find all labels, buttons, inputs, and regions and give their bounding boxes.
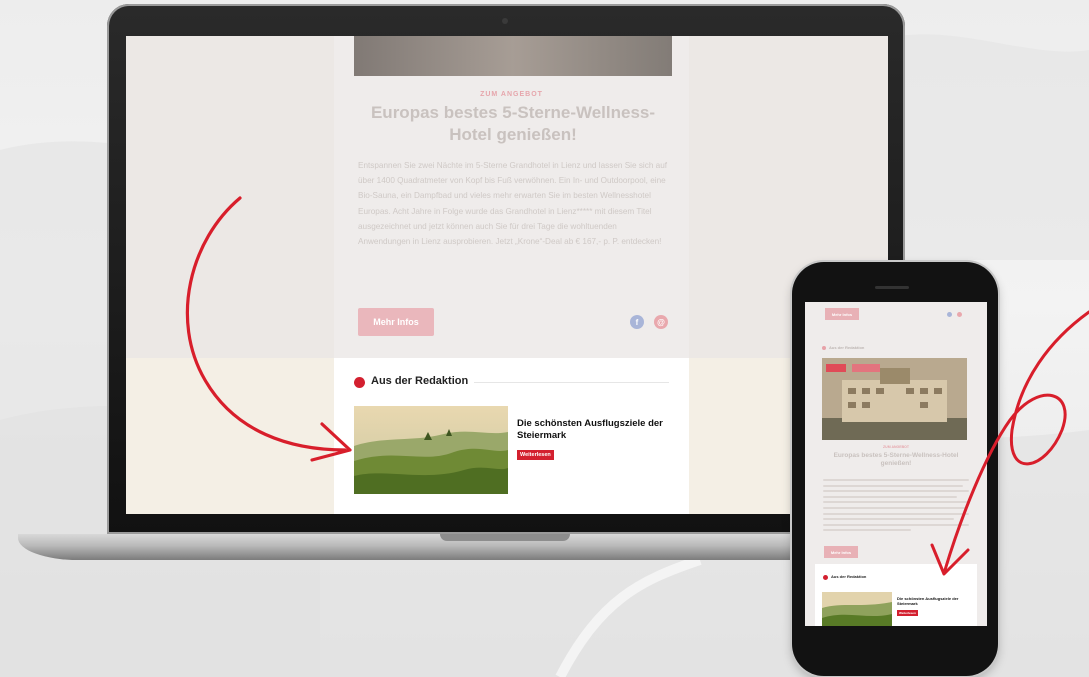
phone-offer-title: Europas bestes 5-Sterne-Wellness-Hotel g… — [833, 452, 959, 467]
phone-editorial-section: Aus der Redaktion Die schönsten Ausflugs… — [815, 564, 977, 626]
phone-editorial-label: Aus der Redaktion — [831, 574, 867, 579]
article-title[interactable]: Die schönsten Ausflugsziele der Steierma… — [517, 418, 667, 442]
article-thumbnail[interactable] — [354, 406, 508, 494]
laptop-screen: ZUM ANGEBOT Europas bestes 5-Sterne-Well… — [126, 36, 888, 514]
phone-body-lines — [823, 479, 969, 535]
editorial-section: Aus der Redaktion Die schönsten Ausflugs… — [334, 358, 689, 514]
more-info-button[interactable]: Mehr Infos — [358, 308, 434, 336]
phone-section-dot-icon — [822, 346, 826, 350]
laptop-camera — [502, 18, 508, 24]
phone-speaker — [875, 286, 909, 289]
phone-offer-tag[interactable]: ZUM ANGEBOT — [805, 445, 987, 449]
phone-article-thumbnail[interactable] — [822, 592, 892, 626]
phone-top-button[interactable]: Mehr Infos — [825, 308, 859, 320]
laptop-notch — [440, 534, 570, 541]
phone-screen: Mehr Infos Aus der Redaktion ZUM ANGEBOT… — [805, 302, 987, 626]
offer-tag[interactable]: ZUM ANGEBOT — [334, 91, 689, 98]
phone-read-more-link[interactable]: Weiterlesen — [897, 610, 918, 616]
mail-icon[interactable]: @ — [654, 315, 668, 329]
section-divider — [474, 382, 669, 383]
phone-editorial-dot-icon — [823, 575, 828, 580]
phone-hotel-image[interactable] — [822, 358, 967, 440]
hotel-hero-image — [354, 36, 672, 76]
phone-mail-icon[interactable] — [957, 312, 962, 317]
offer-title: Europas bestes 5-Sterne-Wellness-Hotel g… — [370, 103, 656, 144]
section-dot-icon — [354, 377, 365, 388]
phone-facebook-icon[interactable] — [947, 312, 952, 317]
phone-section-label: Aus der Redaktion — [829, 345, 865, 350]
phone-more-info-button[interactable]: Mehr Infos — [824, 546, 858, 558]
facebook-icon[interactable]: f — [630, 315, 644, 329]
phone-article-title[interactable]: Die schönsten Ausflugsziele der Steierma… — [897, 596, 973, 606]
offer-body: Entspannen Sie zwei Nächte im 5-Sterne G… — [358, 161, 668, 247]
read-more-link[interactable]: Weiterlesen — [517, 450, 554, 460]
editorial-section-label: Aus der Redaktion — [371, 375, 469, 387]
